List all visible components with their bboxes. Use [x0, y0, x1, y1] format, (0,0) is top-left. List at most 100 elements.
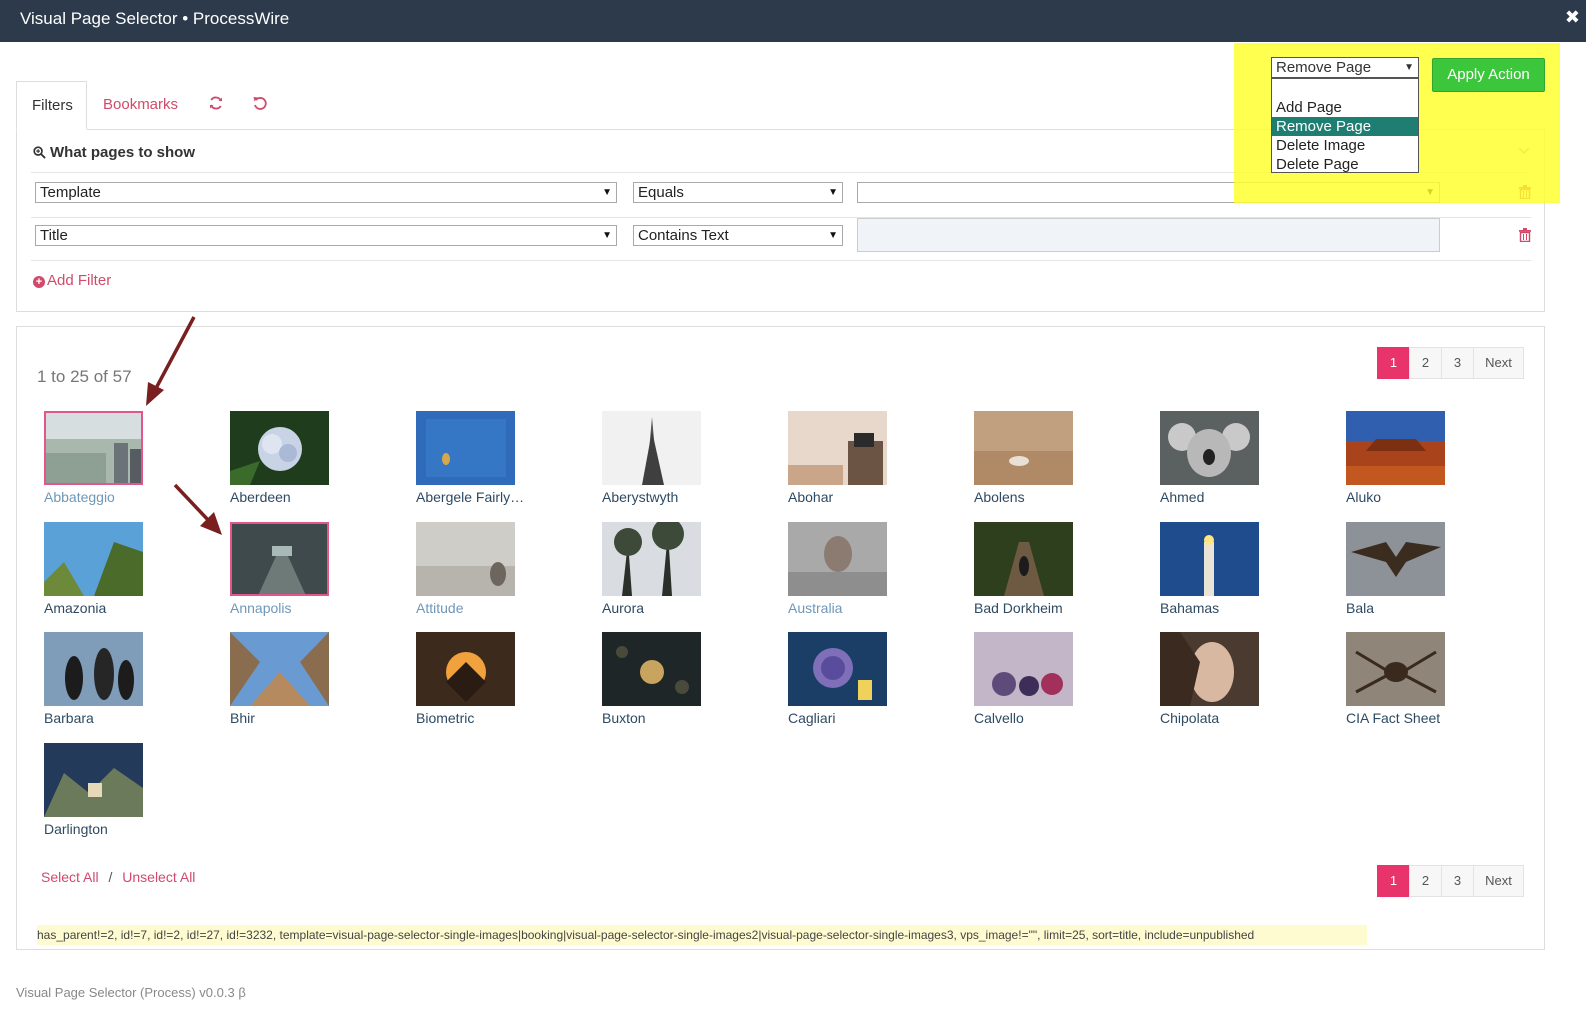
page-2-button[interactable]: 2 [1409, 865, 1442, 897]
thumbnail[interactable] [974, 522, 1073, 596]
item-label: Chipolata [1160, 710, 1220, 726]
page-3-button[interactable]: 3 [1441, 865, 1474, 897]
filters-heading: What pages to show [33, 144, 195, 161]
thumbnail[interactable] [602, 522, 701, 596]
thumbnail[interactable] [1346, 632, 1445, 706]
filter-operator-value: Equals [638, 184, 684, 201]
unselect-all-link[interactable]: Unselect All [122, 869, 195, 885]
action-select-value: Remove Page [1276, 59, 1372, 76]
thumbnail[interactable] [974, 632, 1073, 706]
results-panel: 1 to 25 of 57 1 2 3 Next Abbateggio Aber… [16, 326, 1545, 950]
select-all-link[interactable]: Select All [41, 869, 99, 885]
item-label: Abolens [974, 489, 1025, 505]
plus-circle-icon: + [33, 276, 45, 288]
filter-field-value: Title [40, 227, 68, 244]
item-label: CIA Fact Sheet [1346, 710, 1441, 726]
selector-string: has_parent!=2, id!=7, id!=2, id!=27, id!… [37, 925, 1367, 945]
filter-text-input[interactable] [857, 218, 1440, 252]
pagination-top: 1 2 3 Next [1377, 347, 1524, 379]
page-1-button[interactable]: 1 [1377, 347, 1410, 379]
item-label: Calvello [974, 710, 1024, 726]
item-label: Barbara [44, 710, 94, 726]
filter-operator-select[interactable]: Contains Text ▼ [633, 225, 843, 246]
page-3-button[interactable]: 3 [1441, 347, 1474, 379]
thumbnail[interactable] [44, 411, 143, 485]
action-select[interactable]: Remove Page ▼ [1271, 57, 1419, 78]
next-page-button[interactable]: Next [1473, 865, 1524, 897]
apply-action-button[interactable]: Apply Action [1432, 58, 1545, 92]
select-links: Select All / Unselect All [41, 869, 195, 885]
thumbnail[interactable] [602, 411, 701, 485]
action-option-delete-image[interactable]: Delete Image [1272, 136, 1418, 155]
caret-down-icon: ▼ [602, 230, 612, 241]
page-1-button[interactable]: 1 [1377, 865, 1410, 897]
thumbnail[interactable] [1160, 632, 1259, 706]
trash-icon[interactable] [1519, 228, 1531, 242]
thumbnail[interactable] [44, 632, 143, 706]
tab-bookmarks[interactable]: Bookmarks [88, 81, 193, 130]
item-label: Bahamas [1160, 600, 1220, 616]
thumbnail[interactable] [788, 411, 887, 485]
thumbnail[interactable] [974, 411, 1073, 485]
filter-operator-value: Contains Text [638, 227, 729, 244]
filter-operator-select[interactable]: Equals ▼ [633, 182, 843, 203]
item-label: Attitude [416, 600, 464, 616]
thumbnail[interactable] [44, 522, 143, 596]
action-option-add-page[interactable]: Add Page [1272, 98, 1418, 117]
undo-icon[interactable] [252, 95, 268, 111]
divider [31, 260, 1531, 261]
item-label: Aberystwyth [602, 489, 679, 505]
item-label: Aluko [1346, 489, 1382, 505]
thumbnail[interactable] [1346, 411, 1445, 485]
item-label: Bad Dorkheim [974, 600, 1063, 616]
close-icon[interactable]: ✖ [1565, 7, 1580, 28]
item-label: Aurora [602, 600, 645, 616]
next-page-button[interactable]: Next [1473, 347, 1524, 379]
thumbnail[interactable] [416, 522, 515, 596]
window-title: Visual Page Selector • ProcessWire [20, 9, 290, 28]
add-filter-link[interactable]: + Add Filter [33, 272, 111, 289]
thumbnail[interactable] [416, 411, 515, 485]
action-option-remove-page[interactable]: Remove Page [1272, 117, 1418, 136]
item-label: Darlington [44, 821, 108, 837]
window-title-bar: Visual Page Selector • ProcessWire ✖ [0, 0, 1586, 42]
filter-field-select[interactable]: Template ▼ [35, 182, 617, 203]
pagination-bottom: 1 2 3 Next [1377, 865, 1524, 897]
thumbnail[interactable] [1160, 411, 1259, 485]
results-count: 1 to 25 of 57 [37, 367, 132, 386]
item-label: Ahmed [1160, 489, 1205, 505]
item-label: Abohar [788, 489, 834, 505]
item-label: Buxton [602, 710, 646, 726]
caret-down-icon: ▼ [602, 187, 612, 198]
item-label: Bhir [230, 710, 255, 726]
item-label: Annapolis [230, 600, 292, 616]
thumbnail[interactable] [230, 522, 329, 596]
caret-down-icon: ▼ [828, 230, 838, 241]
tab-filters[interactable]: Filters [16, 81, 87, 130]
action-option-delete-page[interactable]: Delete Page [1272, 155, 1418, 174]
thumbnail[interactable] [416, 632, 515, 706]
footer-version: Visual Page Selector (Process) v0.0.3 β [16, 985, 246, 1000]
filters-heading-text: What pages to show [50, 144, 196, 161]
item-label: Abbateggio [44, 489, 115, 505]
caret-down-icon: ▼ [1404, 62, 1414, 73]
filter-field-select[interactable]: Title ▼ [35, 225, 617, 246]
item-label: Amazonia [44, 600, 107, 616]
action-options-list: Add Page Remove Page Delete Image Delete… [1271, 78, 1419, 173]
refresh-icon[interactable] [208, 95, 224, 111]
thumbnail[interactable] [1346, 522, 1445, 596]
item-label: Cagliari [788, 710, 836, 726]
thumbnail[interactable] [788, 632, 887, 706]
annotation-arrow-icon [146, 316, 196, 406]
item-label: Australia [788, 600, 843, 616]
page-2-button[interactable]: 2 [1409, 347, 1442, 379]
select-separator: / [108, 869, 113, 885]
thumbnail[interactable] [788, 522, 887, 596]
filter-field-value: Template [40, 184, 101, 201]
thumbnail[interactable] [230, 632, 329, 706]
thumbnail[interactable] [230, 411, 329, 485]
thumbnail[interactable] [602, 632, 701, 706]
item-label: Bala [1346, 600, 1375, 616]
thumbnail[interactable] [44, 743, 143, 817]
thumbnail[interactable] [1160, 522, 1259, 596]
